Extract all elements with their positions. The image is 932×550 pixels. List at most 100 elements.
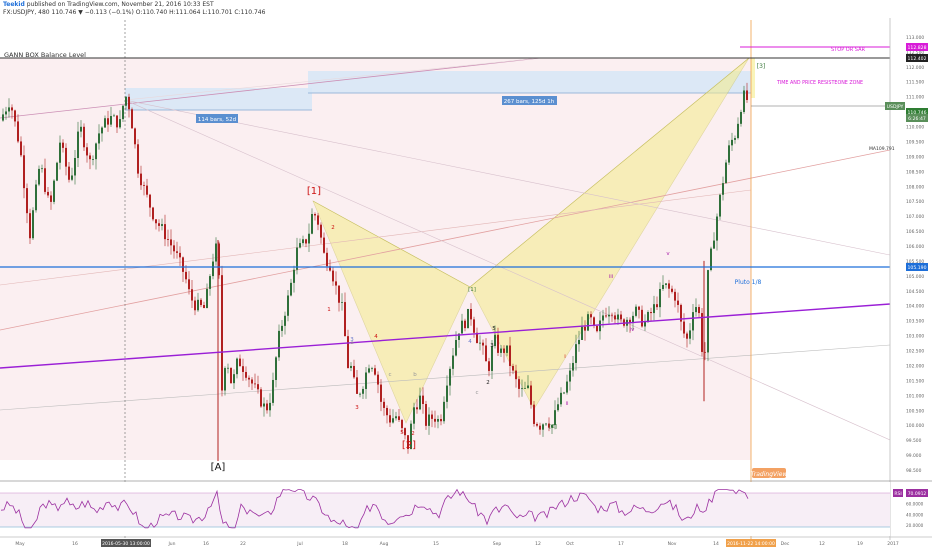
candle-body xyxy=(692,312,694,331)
candle-body xyxy=(359,393,361,395)
candle-body xyxy=(389,415,391,423)
candle-body xyxy=(65,147,67,167)
wave-1-small-label: [1] xyxy=(468,287,476,293)
wave-sublabel: 3 xyxy=(490,343,494,349)
candle-body xyxy=(20,141,22,156)
candle-body xyxy=(50,195,52,202)
wave-sublabel: c xyxy=(388,372,391,378)
candle-body xyxy=(56,162,58,181)
candle-body xyxy=(464,320,466,329)
candle-body xyxy=(35,184,37,211)
candle-body xyxy=(602,315,604,321)
candle-body xyxy=(83,126,85,148)
price-tick-label: 108.500 xyxy=(906,169,924,175)
candle-body xyxy=(350,365,352,369)
candle-body xyxy=(707,270,709,353)
candle-body xyxy=(431,414,433,419)
candle-body xyxy=(452,355,454,369)
price-tick-label: 100.000 xyxy=(906,423,924,429)
range-label-2: 267 bars, 125d 1h xyxy=(504,99,555,105)
candle-body xyxy=(347,336,349,369)
time-tick-label: Jul xyxy=(296,541,302,547)
candle-body xyxy=(635,306,637,316)
candle-body xyxy=(668,283,670,289)
candle-body xyxy=(23,155,25,189)
range-box-2 xyxy=(308,71,751,93)
candle-body xyxy=(482,342,484,346)
price-tick-label: 102.000 xyxy=(906,363,924,369)
candle-body xyxy=(206,288,208,309)
price-tick-label: 103.500 xyxy=(906,319,924,325)
wave-sublabel: 2 xyxy=(331,225,335,231)
time-tick-label: May xyxy=(15,541,25,547)
price-tick-label: 106.500 xyxy=(906,229,924,235)
candle-body xyxy=(269,402,271,411)
rsi-tick-label: 20.0000 xyxy=(906,523,924,528)
candle-body xyxy=(344,302,346,337)
pluto-label: Pluto 1/8 xyxy=(735,279,762,286)
candle-body xyxy=(575,344,577,363)
candle-body xyxy=(293,269,295,283)
candle-body xyxy=(728,145,730,163)
candle-body xyxy=(395,416,397,419)
candle-body xyxy=(338,285,340,303)
candle-body xyxy=(41,168,43,170)
time-tick-label: 19 xyxy=(857,541,863,547)
candle-body xyxy=(485,345,487,362)
candle-body xyxy=(401,419,403,429)
wave-sublabel: ii xyxy=(565,401,569,407)
wave-sublabel: 5 xyxy=(400,430,404,436)
wave-sublabel: c xyxy=(475,390,478,396)
price-tick-label: 98.500 xyxy=(906,468,922,474)
candle-body xyxy=(416,407,418,410)
candle-body xyxy=(317,215,319,225)
candle-body xyxy=(152,207,154,220)
price-axis[interactable]: 113.000112.500112.000111.500111.000110.5… xyxy=(906,35,924,474)
candle-body xyxy=(386,407,388,416)
candle-body xyxy=(149,194,151,208)
candle-body xyxy=(473,319,475,333)
price-tick-label: 107.000 xyxy=(906,214,924,220)
candle-body xyxy=(104,118,106,128)
price-tick-label: 100.500 xyxy=(906,408,924,414)
candle-body xyxy=(605,315,607,317)
candle-body xyxy=(545,423,547,425)
candle-body xyxy=(332,270,334,282)
candle-body xyxy=(44,168,46,192)
candle-body xyxy=(239,358,241,367)
candle-body xyxy=(413,407,415,424)
candle-body xyxy=(434,418,436,422)
candle-body xyxy=(572,362,574,371)
candle-body xyxy=(701,313,703,352)
time-axis[interactable]: May 16 2016-05-30 13:00:00 Jun 16 22 Jul 18 Aug 1… xyxy=(15,539,899,547)
candle-body xyxy=(167,239,169,240)
price-badge-label: 112.828 xyxy=(908,45,927,51)
time-tick-label: 2016-11-22 14:00:00 xyxy=(727,541,775,547)
time-tick-label: 14 xyxy=(713,541,719,547)
candle-body xyxy=(422,395,424,405)
price-chart[interactable]: 113.000112.500112.000111.500111.000110.5… xyxy=(0,0,932,550)
candle-body xyxy=(509,345,511,366)
candle-body xyxy=(362,388,364,394)
candle-body xyxy=(14,110,16,122)
candle-body xyxy=(326,252,328,267)
candle-body xyxy=(440,419,442,422)
candle-body xyxy=(503,348,505,353)
candle-body xyxy=(275,357,277,380)
candle-body xyxy=(614,315,616,320)
candle-body xyxy=(86,147,88,156)
candle-body xyxy=(497,334,499,353)
candle-body xyxy=(215,243,217,262)
candle-body xyxy=(641,309,643,327)
candle-body xyxy=(5,111,7,115)
candle-body xyxy=(662,284,664,289)
candle-body xyxy=(560,392,562,405)
candle-body xyxy=(725,162,727,184)
gann-title: GANN BOX Balance Level xyxy=(4,51,86,59)
candle-body xyxy=(695,307,697,313)
candle-body xyxy=(455,339,457,356)
candle-body xyxy=(404,428,406,436)
candle-body xyxy=(110,116,112,125)
candle-body xyxy=(521,388,523,390)
time-tick-label: 2016-05-30 13:00:00 xyxy=(102,541,150,547)
